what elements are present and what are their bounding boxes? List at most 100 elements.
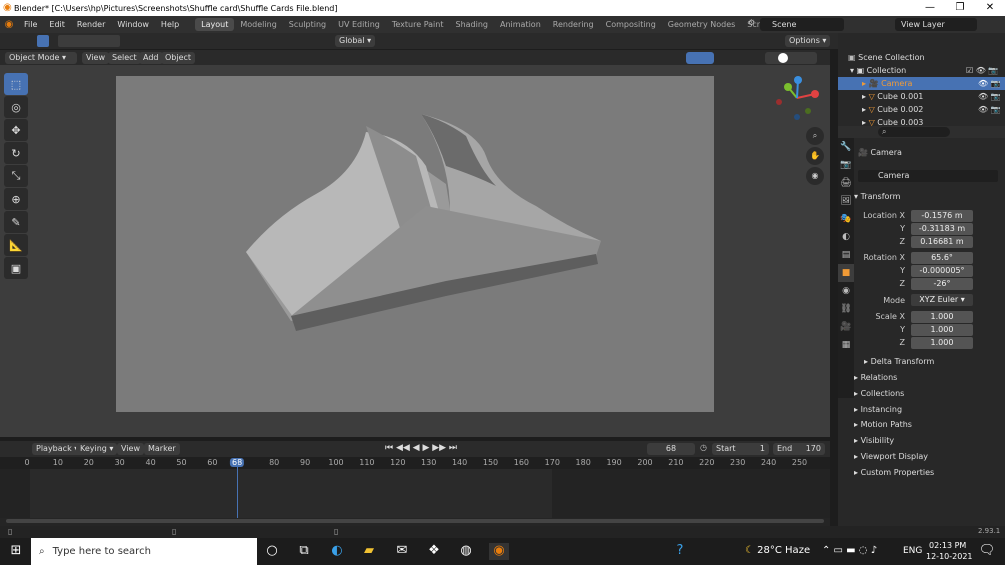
dropbox-icon[interactable]: ❖ (424, 543, 444, 560)
end-frame-field[interactable]: End 170 (773, 443, 825, 455)
relations-panel[interactable]: ▸ Relations (854, 371, 1004, 385)
tab-sculpting[interactable]: Sculpting (283, 18, 332, 31)
options-dropdown[interactable]: Options ▾ (785, 35, 831, 47)
weather-widget[interactable]: ☾ 28°C Haze (745, 545, 810, 556)
cortana-icon[interactable]: ○ (262, 543, 282, 560)
collections-panel[interactable]: ▸ Collections (854, 387, 1004, 401)
tray-icons[interactable]: ⌃ ▭ ▬ ◌ ♪ (822, 545, 877, 556)
outliner-item-cube3[interactable]: ▸ ▽ Cube 0.003 (838, 116, 1005, 126)
scale-z-field[interactable]: 1.000 (911, 337, 973, 349)
object-name-field[interactable]: Camera (858, 170, 998, 182)
zoom-icon[interactable]: ⌕ (806, 127, 824, 145)
visibility-panel[interactable]: ▸ Visibility (854, 434, 1004, 448)
help-icon[interactable]: ? (670, 543, 690, 560)
outliner-scene-collection[interactable]: ▣ Scene Collection (838, 51, 1005, 64)
transform-tool-icon[interactable]: ⊕ (4, 188, 28, 210)
select-tool-icon[interactable]: ⬚ (4, 73, 28, 95)
tab-layout[interactable]: Layout (195, 18, 235, 31)
properties-search-input[interactable]: ⌕ (878, 127, 950, 137)
timeline-area[interactable] (0, 469, 830, 518)
scale-y-field[interactable]: 1.000 (911, 324, 973, 336)
marker-menu[interactable]: Marker (144, 443, 180, 455)
scale-tool-icon[interactable]: ⤡ (4, 165, 28, 187)
tab-texture-paint[interactable]: Texture Paint (386, 18, 450, 31)
edge-icon[interactable]: ◐ (327, 543, 347, 560)
language-indicator[interactable]: ENG (903, 546, 922, 556)
current-frame-field[interactable]: 68 (647, 443, 695, 455)
tab-uv-editing[interactable]: UV Editing (332, 18, 386, 31)
delta-transform-header[interactable]: ▸ Delta Transform (864, 355, 1005, 369)
annotate-tool-icon[interactable]: ✎ (4, 211, 28, 233)
tab-geometry-nodes[interactable]: Geometry Nodes (662, 18, 741, 31)
menu-edit[interactable]: Edit (43, 20, 71, 29)
timeline-scrollbar[interactable] (6, 519, 824, 523)
visibility-icon[interactable]: 👁 📷 (978, 77, 1001, 90)
rotation-mode-select[interactable]: XYZ Euler ▾ (911, 294, 973, 306)
viewport-display-panel[interactable]: ▸ Viewport Display (854, 450, 1004, 464)
scale-x-field[interactable]: 1.000 (911, 311, 973, 323)
selection-mode-buttons[interactable] (58, 35, 120, 47)
motion-paths-panel[interactable]: ▸ Motion Paths (854, 418, 1004, 432)
output-tab-icon[interactable]: 🖨 (838, 174, 854, 192)
menu-render[interactable]: Render (71, 20, 111, 29)
task-view-icon[interactable]: ⧉ (294, 543, 314, 560)
camera-view-icon[interactable]: ◉ (806, 167, 824, 185)
frame-ruler[interactable]: 0102030405060688090100110120130140150160… (0, 457, 830, 469)
clock-date[interactable]: 12-10-2021 (926, 552, 973, 561)
menu-help[interactable]: Help (155, 20, 185, 29)
windows-start-icon[interactable]: ⊞ (6, 543, 26, 560)
add-menu[interactable]: Add (139, 52, 163, 64)
transform-panel-header[interactable]: ▾ Transform (854, 190, 1004, 204)
tab-shading[interactable]: Shading (449, 18, 494, 31)
tool-tab-icon[interactable]: 🔧 (838, 138, 854, 156)
visibility-icon[interactable]: 👁 📷 (978, 103, 1001, 116)
file-explorer-icon[interactable]: ▰ (359, 543, 379, 560)
playback-menu[interactable]: Playback ▾ (32, 443, 83, 455)
tab-compositing[interactable]: Compositing (600, 18, 662, 31)
measure-tool-icon[interactable]: 📐 (4, 234, 28, 256)
rotation-y-field[interactable]: -0.000005° (911, 265, 973, 277)
instancing-panel[interactable]: ▸ Instancing (854, 403, 1004, 417)
location-y-field[interactable]: -0.31183 m (911, 223, 973, 235)
solid-shading-icon[interactable] (778, 53, 788, 63)
github-icon[interactable]: ◍ (456, 543, 476, 560)
view-layer-tab-icon[interactable]: 🖼 (838, 192, 854, 210)
tab-rendering[interactable]: Rendering (547, 18, 600, 31)
shading-buttons[interactable] (765, 52, 817, 64)
outliner-item-cube2[interactable]: ▸ ▽ Cube 0.002 👁 📷 (838, 103, 1005, 116)
mode-select[interactable]: Object Mode ▾ (5, 52, 77, 64)
navigation-gizmo[interactable] (770, 71, 828, 129)
clock-time[interactable]: 02:13 PM (929, 541, 966, 550)
start-frame-field[interactable]: Start 1 (712, 443, 769, 455)
maximize-button[interactable]: ❐ (945, 0, 975, 16)
close-button[interactable]: ✕ (975, 0, 1005, 16)
view-layer-selector[interactable]: View Layer (895, 18, 977, 31)
mail-icon[interactable]: ✉ (392, 543, 412, 560)
custom-properties-panel[interactable]: ▸ Custom Properties (854, 466, 1004, 480)
rotation-x-field[interactable]: 65.6° (911, 252, 973, 264)
select-menu[interactable]: Select (108, 52, 141, 64)
transform-orientation-select[interactable]: Global ▾ (335, 35, 376, 47)
gizmo-toggle[interactable] (686, 52, 714, 64)
blender-menu-icon[interactable]: ◉ (0, 19, 18, 30)
view-menu-timeline[interactable]: View (117, 443, 144, 455)
3d-viewport[interactable]: ⬚ ◎ ✥ ↻ ⤡ ⊕ ✎ 📐 ▣ ⌕ ✋ ◉ (0, 65, 830, 437)
playback-controls[interactable]: ⏮ ◀◀ ◀ ▶ ▶▶ ⏭ (385, 443, 457, 453)
checkbox-icon[interactable]: ☑ 👁 📷 (966, 64, 998, 77)
taskbar-search-input[interactable]: ⌕ Type here to search (31, 538, 257, 565)
add-cube-tool-icon[interactable]: ▣ (4, 257, 28, 279)
rotation-z-field[interactable]: -26° (911, 278, 973, 290)
outliner-item-camera[interactable]: ▸ 🎥 Camera 👁 📷 (838, 77, 1005, 90)
tab-modeling[interactable]: Modeling (234, 18, 282, 31)
outliner-collection[interactable]: ▾ ▣ Collection ☑ 👁 📷 (838, 64, 1005, 77)
rotate-tool-icon[interactable]: ↻ (4, 142, 28, 164)
menu-file[interactable]: File (18, 20, 43, 29)
outliner-item-cube1[interactable]: ▸ ▽ Cube 0.001 👁 📷 (838, 90, 1005, 103)
visibility-icon[interactable]: 👁 📷 (978, 90, 1001, 103)
keying-menu[interactable]: Keying ▾ (76, 443, 118, 455)
location-x-field[interactable]: -0.1576 m (911, 210, 973, 222)
cursor-tool-icon[interactable]: ◎ (4, 96, 28, 118)
tab-animation[interactable]: Animation (494, 18, 547, 31)
blender-taskbar-icon[interactable]: ◉ (489, 543, 509, 560)
scene-selector[interactable]: Scene (760, 18, 844, 31)
